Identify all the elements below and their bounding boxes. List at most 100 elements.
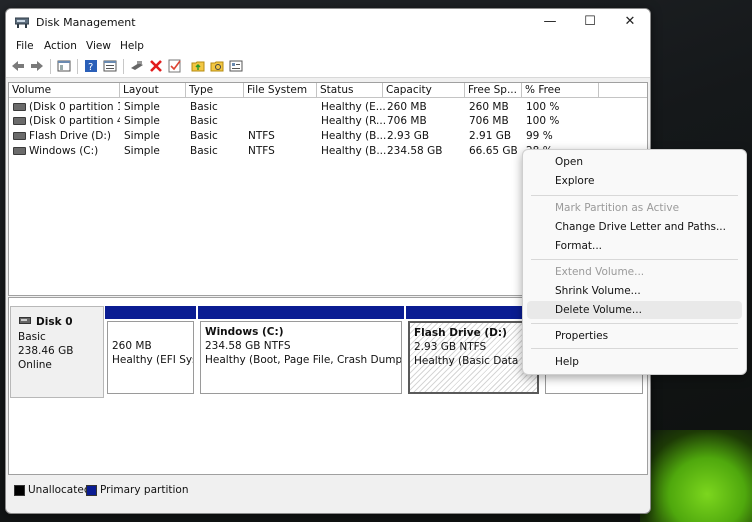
free-space-cell: 706 MB bbox=[469, 115, 509, 127]
layout-cell: Simple bbox=[124, 130, 160, 142]
legend-swatch-primary bbox=[86, 485, 97, 496]
partition-size: 260 MB bbox=[112, 340, 152, 352]
context-menu-mark-active: Mark Partition as Active bbox=[555, 202, 680, 214]
svg-text:?: ? bbox=[88, 62, 93, 73]
volume-name: (Disk 0 partition 4) bbox=[29, 115, 120, 127]
column-header-layout[interactable]: Layout bbox=[120, 83, 186, 98]
legend-label-primary: Primary partition bbox=[100, 484, 189, 496]
type-cell: Basic bbox=[190, 130, 218, 142]
partition-name: Windows (C:) bbox=[205, 326, 284, 338]
search-folder-icon[interactable] bbox=[210, 59, 224, 73]
column-header-type[interactable]: Type bbox=[186, 83, 244, 98]
menu-file[interactable]: File bbox=[16, 40, 34, 52]
type-cell: Basic bbox=[190, 115, 218, 127]
column-header-percent-free[interactable]: % Free bbox=[522, 83, 599, 98]
partition-flash-drive[interactable]: Flash Drive (D:) 2.93 GB NTFS Healthy (B… bbox=[406, 306, 541, 396]
back-icon[interactable] bbox=[11, 59, 25, 73]
layout-cell: Simple bbox=[124, 145, 160, 157]
file-system-cell: NTFS bbox=[248, 130, 275, 142]
context-menu: Open Explore Mark Partition as Active Ch… bbox=[522, 149, 747, 375]
context-menu-explore[interactable]: Explore bbox=[527, 172, 742, 190]
partition-status: Healthy (Basic Data Partit bbox=[414, 355, 539, 367]
disk-size: 238.46 GB bbox=[18, 345, 74, 357]
connect-icon[interactable] bbox=[130, 59, 144, 73]
file-system-cell: NTFS bbox=[248, 145, 275, 157]
free-space-cell: 260 MB bbox=[469, 101, 509, 113]
maximize-icon: ☐ bbox=[584, 14, 596, 29]
minimize-icon: — bbox=[543, 14, 557, 29]
minimize-button[interactable]: — bbox=[530, 9, 570, 37]
checkmark-icon[interactable] bbox=[168, 59, 182, 73]
drive-icon bbox=[13, 116, 26, 125]
legend-swatch-unallocated bbox=[14, 485, 25, 496]
drive-icon bbox=[13, 146, 26, 155]
partition-bar bbox=[406, 306, 541, 319]
context-menu-change-drive-letter[interactable]: Change Drive Letter and Paths... bbox=[527, 218, 742, 236]
partition-size: 2.93 GB NTFS bbox=[414, 341, 487, 353]
disk-management-app-icon bbox=[15, 17, 29, 28]
partition-body-selected: Flash Drive (D:) 2.93 GB NTFS Healthy (B… bbox=[408, 321, 539, 394]
context-menu-open[interactable]: Open bbox=[527, 153, 742, 171]
column-header-file-system[interactable]: File System bbox=[244, 83, 317, 98]
toolbar-separator bbox=[50, 59, 51, 74]
column-header-capacity[interactable]: Capacity bbox=[383, 83, 465, 98]
status-cell: Healthy (E... bbox=[321, 101, 386, 113]
volume-row[interactable]: (Disk 0 partition 4) Simple Basic Health… bbox=[9, 114, 647, 128]
window-title: Disk Management bbox=[36, 16, 136, 29]
context-menu-delete-volume[interactable]: Delete Volume... bbox=[527, 301, 742, 319]
status-cell: Healthy (B... bbox=[321, 145, 387, 157]
type-cell: Basic bbox=[190, 101, 218, 113]
toolbar-separator bbox=[123, 59, 124, 74]
partition-name: Flash Drive (D:) bbox=[414, 327, 507, 339]
capacity-cell: 706 MB bbox=[387, 115, 427, 127]
context-menu-shrink-volume[interactable]: Shrink Volume... bbox=[527, 282, 742, 300]
partition-windows[interactable]: Windows (C:) 234.58 GB NTFS Healthy (Boo… bbox=[198, 306, 404, 396]
status-cell: Healthy (R... bbox=[321, 115, 387, 127]
disk-name: Disk 0 bbox=[36, 316, 73, 328]
partition-name bbox=[112, 325, 189, 339]
toolbar-separator bbox=[77, 59, 78, 74]
volume-row[interactable]: Flash Drive (D:) Simple Basic NTFS Healt… bbox=[9, 129, 647, 143]
drive-icon bbox=[13, 102, 26, 111]
volume-row[interactable]: (Disk 0 partition 1) Simple Basic Health… bbox=[9, 100, 647, 114]
delete-icon[interactable] bbox=[149, 59, 163, 73]
free-space-cell: 66.65 GB bbox=[469, 145, 518, 157]
menu-help[interactable]: Help bbox=[120, 40, 144, 52]
legend: Unallocated Primary partition bbox=[8, 481, 646, 501]
view-icon[interactable] bbox=[103, 59, 117, 73]
disk-type: Basic bbox=[18, 331, 46, 343]
percent-free-cell: 100 % bbox=[526, 115, 560, 127]
context-menu-format[interactable]: Format... bbox=[527, 237, 742, 255]
close-button[interactable]: ✕ bbox=[610, 9, 650, 37]
menu-bar: File Action View Help bbox=[6, 37, 650, 55]
context-menu-extend-volume: Extend Volume... bbox=[555, 266, 645, 278]
menu-action[interactable]: Action bbox=[44, 40, 77, 52]
column-header-filler bbox=[599, 83, 647, 98]
type-cell: Basic bbox=[190, 145, 218, 157]
menu-separator bbox=[531, 195, 738, 196]
partition-efi[interactable]: 260 MB Healthy (EFI Syste bbox=[105, 306, 196, 396]
context-menu-properties[interactable]: Properties bbox=[527, 327, 742, 345]
desktop-wallpaper-accent bbox=[640, 430, 752, 522]
partition-bar bbox=[105, 306, 196, 319]
partition-bar bbox=[198, 306, 404, 319]
menu-separator bbox=[531, 348, 738, 349]
partition-body: Windows (C:) 234.58 GB NTFS Healthy (Boo… bbox=[200, 321, 402, 394]
help-icon[interactable]: ? bbox=[84, 59, 98, 73]
menu-view[interactable]: View bbox=[86, 40, 111, 52]
column-header-free-space[interactable]: Free Sp... bbox=[465, 83, 522, 98]
maximize-button[interactable]: ☐ bbox=[570, 9, 610, 37]
partition-size: 234.58 GB NTFS bbox=[205, 340, 291, 352]
volume-name: Flash Drive (D:) bbox=[29, 130, 112, 142]
disk-icon bbox=[19, 317, 31, 324]
console-tree-icon[interactable] bbox=[57, 59, 71, 73]
capacity-cell: 260 MB bbox=[387, 101, 427, 113]
folder-icon[interactable] bbox=[191, 59, 205, 73]
column-header-volume[interactable]: Volume bbox=[9, 83, 120, 98]
context-menu-help[interactable]: Help bbox=[527, 353, 742, 371]
partition-status: Healthy (Boot, Page File, Crash Dump, Ba… bbox=[205, 354, 402, 366]
properties-icon[interactable] bbox=[229, 59, 243, 73]
column-header-status[interactable]: Status bbox=[317, 83, 383, 98]
forward-icon[interactable] bbox=[30, 59, 44, 73]
disk-0-label[interactable]: Disk 0 Basic 238.46 GB Online bbox=[10, 306, 104, 398]
